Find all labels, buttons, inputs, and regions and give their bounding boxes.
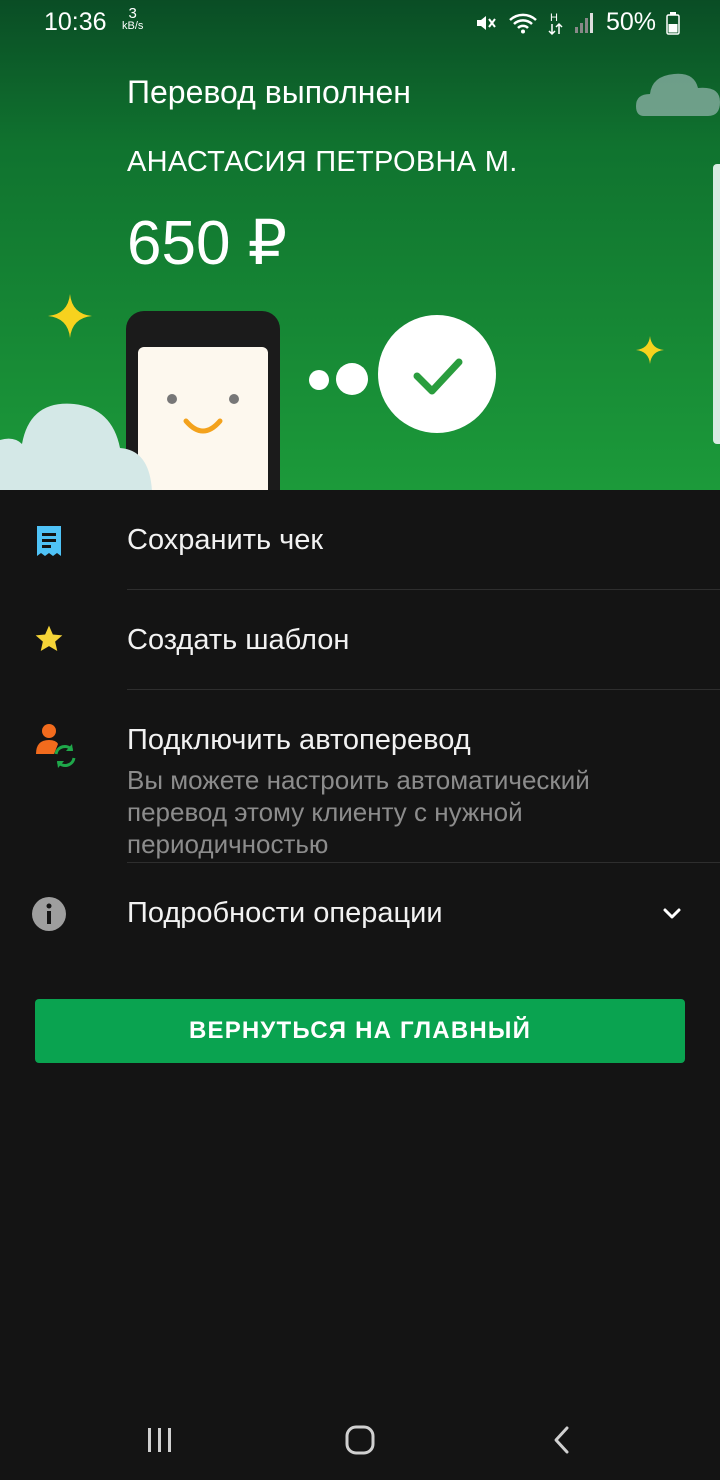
home-button[interactable] — [340, 1420, 380, 1460]
check-circle-icon — [378, 315, 496, 433]
success-banner: 10:36 3 kB/s H 50% Перевод выполнен АНАС… — [0, 0, 720, 490]
operation-details-item[interactable]: Подробности операции — [0, 863, 720, 963]
transfer-amount: 650 ₽ — [127, 209, 288, 278]
save-receipt-label: Сохранить чек — [127, 524, 324, 556]
network-speed-unit: kB/s — [122, 20, 144, 32]
dots-illustration — [309, 363, 368, 395]
back-button[interactable] — [542, 1420, 582, 1460]
network-speed-value: 3 — [128, 5, 137, 22]
sparkle-left-icon — [48, 294, 92, 338]
auto-transfer-label: Подключить автоперевод — [127, 724, 471, 756]
create-template-item[interactable]: Создать шаблон — [0, 590, 720, 690]
save-receipt-item[interactable]: Сохранить чек — [0, 490, 720, 590]
back-icon — [554, 1426, 569, 1454]
cloud-top-right-icon — [636, 73, 720, 116]
network-speed: 3 kB/s — [122, 5, 144, 32]
chevron-down-icon[interactable] — [660, 901, 684, 925]
status-time: 10:36 — [44, 8, 107, 36]
actions-list: Сохранить чек Создать шаблон Подключить … — [0, 490, 720, 963]
auto-transfer-description: Вы можете настроить автоматический перев… — [127, 765, 590, 859]
create-template-label: Создать шаблон — [127, 624, 350, 656]
star-icon — [30, 620, 68, 658]
scroll-indicator — [713, 164, 720, 444]
auto-transfer-item[interactable]: Подключить автоперевод Вы можете настрои… — [0, 690, 720, 863]
signal-icon — [574, 12, 593, 33]
cloud-bottom-left-icon — [0, 403, 152, 490]
mute-icon — [476, 15, 496, 30]
home-icon — [345, 1425, 375, 1455]
operation-details-label: Подробности операции — [127, 897, 443, 929]
battery-icon — [666, 11, 680, 35]
battery-percent: 50% — [605, 8, 656, 36]
system-nav-bar — [0, 1400, 720, 1480]
status-icons: H 50% — [474, 8, 680, 37]
recent-apps-icon — [148, 1428, 171, 1452]
info-icon — [30, 895, 68, 933]
back-to-main-button[interactable]: ВЕРНУТЬСЯ НА ГЛАВНЫЙ — [35, 999, 685, 1063]
svg-text:H: H — [550, 12, 558, 24]
status-bar: 10:36 3 kB/s H 50% — [0, 0, 720, 48]
recent-apps-button[interactable] — [140, 1420, 180, 1460]
wifi-icon — [509, 13, 537, 33]
page-title: Перевод выполнен — [127, 74, 411, 110]
data-h-icon: H — [548, 12, 563, 35]
recipient-name: АНАСТАСИЯ ПЕТРОВНА М. — [127, 146, 518, 178]
receipt-icon — [30, 522, 68, 560]
sparkle-right-icon — [636, 336, 664, 364]
auto-transfer-icon — [32, 722, 78, 770]
